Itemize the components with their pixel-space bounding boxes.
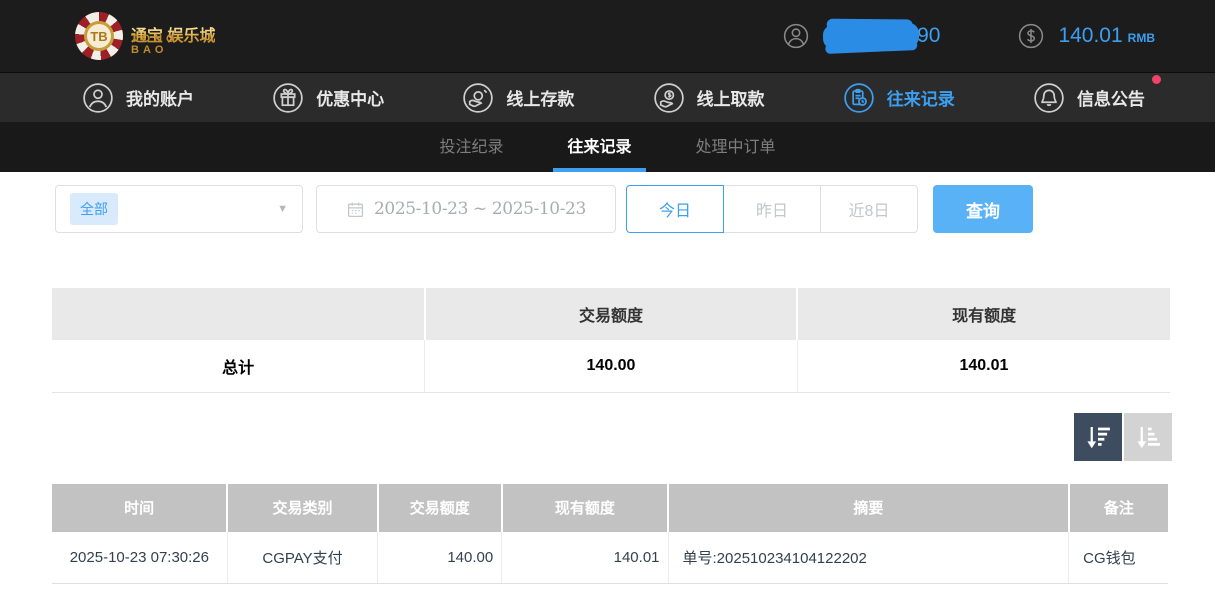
gift-icon (272, 82, 304, 114)
tab-transaction-records[interactable]: 往来记录 (553, 122, 645, 172)
records-header-trade-amount: 交易额度 (378, 484, 502, 532)
nav-label: 往来记录 (887, 85, 955, 110)
summary-total-balance: 140.01 (797, 340, 1170, 392)
record-type: CGPAY支付 (227, 532, 378, 584)
chip-monogram: TB (84, 21, 114, 51)
sort-controls (0, 413, 1172, 461)
username-redacted: 590 (823, 19, 940, 53)
type-selected-chip: 全部 (70, 193, 118, 225)
balance-amount: 140.01 (1058, 24, 1122, 47)
balance-currency: RMB (1128, 31, 1155, 45)
top-bar: TB 通宝 娱乐城 TONG BAO 590 (0, 0, 1215, 72)
main-navigation: 我的账户 优惠中心 线上存款 (0, 72, 1215, 122)
nav-item-transaction-records[interactable]: 往来记录 (843, 82, 955, 114)
wallet-balance[interactable]: 140.01 RMB (1018, 23, 1155, 49)
tab-bet-records[interactable]: 投注纪录 (425, 122, 517, 172)
redaction-scribble (823, 23, 920, 50)
withdraw-icon (653, 82, 685, 114)
sort-descending-button[interactable] (1074, 413, 1122, 461)
date-range-value: 2025-10-23 ~ 2025-10-23 (374, 199, 586, 219)
casino-chip-icon: TB (75, 12, 123, 60)
records-table: 时间 交易类别 交易额度 现有额度 摘要 备注 2025-10-23 07:30… (52, 484, 1168, 585)
record-summary: 单号:202510234104122202 (668, 532, 1069, 584)
chevron-down-icon: ▼ (277, 203, 288, 215)
records-subnav: 投注纪录 往来记录 处理中订单 (0, 122, 1215, 172)
nav-item-my-account[interactable]: 我的账户 (82, 82, 194, 114)
date-range-picker[interactable]: 2025-10-23 ~ 2025-10-23 (316, 185, 616, 233)
account-icon (82, 82, 114, 114)
user-avatar-icon (783, 23, 809, 49)
summary-table: 交易额度 现有额度 总计 140.00 140.01 (52, 288, 1170, 393)
summary-total-label: 总计 (52, 340, 425, 392)
records-header-type: 交易类别 (227, 484, 378, 532)
table-row: 2025-10-23 07:30:26 CGPAY支付 140.00 140.0… (52, 532, 1168, 584)
brand-wordmark: 通宝 娱乐城 TONG BAO (131, 28, 215, 45)
nav-item-announcements[interactable]: 信息公告 (1033, 82, 1145, 114)
summary-header-trade-amount: 交易额度 (425, 288, 798, 340)
quick-last8days-button[interactable]: 近8日 (820, 185, 918, 233)
records-header-summary: 摘要 (668, 484, 1069, 532)
sort-desc-icon (1083, 422, 1113, 452)
bell-icon (1033, 82, 1065, 114)
balance-group: 140.01 RMB (1058, 24, 1155, 48)
records-header-time: 时间 (52, 484, 227, 532)
sort-ascending-button[interactable] (1124, 413, 1172, 461)
sort-asc-icon (1133, 422, 1163, 452)
nav-label: 线上存款 (506, 85, 574, 110)
record-trade-amount: 140.00 (378, 532, 502, 584)
user-account[interactable]: 590 (783, 19, 940, 53)
records-header-note: 备注 (1069, 484, 1168, 532)
topbar-right: 590 140.01 RMB (783, 19, 1155, 53)
filter-bar: 全部 ▼ 2025-10-23 ~ 2025-10-23 今日 昨日 近8日 查… (55, 185, 1215, 233)
quick-range-group: 今日 昨日 近8日 (626, 185, 918, 233)
summary-header-empty (52, 288, 425, 340)
nav-label: 我的账户 (126, 85, 194, 110)
summary-header-current-amount: 现有额度 (797, 288, 1170, 340)
nav-label: 优惠中心 (316, 85, 384, 110)
type-select[interactable]: 全部 ▼ (55, 185, 303, 233)
summary-total-trade: 140.00 (425, 340, 798, 392)
record-note: CG钱包 (1069, 532, 1168, 584)
quick-yesterday-button[interactable]: 昨日 (723, 185, 821, 233)
records-header-current-amount: 现有额度 (502, 484, 668, 532)
search-button[interactable]: 查询 (933, 185, 1033, 233)
record-current-amount: 140.01 (502, 532, 668, 584)
summary-header-row: 交易额度 现有额度 (52, 288, 1170, 340)
brand-logo[interactable]: TB 通宝 娱乐城 TONG BAO (75, 12, 215, 60)
nav-item-online-withdraw[interactable]: 线上取款 (653, 82, 765, 114)
summary-total-row: 总计 140.00 140.01 (52, 340, 1170, 392)
quick-today-button[interactable]: 今日 (626, 185, 724, 233)
nav-label: 信息公告 (1077, 85, 1145, 110)
records-header-row: 时间 交易类别 交易额度 现有额度 摘要 备注 (52, 484, 1168, 532)
deposit-icon (462, 82, 494, 114)
record-time: 2025-10-23 07:30:26 (52, 532, 227, 584)
notification-dot (1152, 75, 1161, 84)
tab-pending-orders[interactable]: 处理中订单 (682, 122, 790, 172)
records-icon (843, 82, 875, 114)
brand-name-latin: TONG BAO (131, 34, 213, 56)
calendar-icon (347, 201, 364, 218)
dollar-coin-icon (1018, 23, 1044, 49)
nav-item-promotions[interactable]: 优惠中心 (272, 82, 384, 114)
nav-label: 线上取款 (697, 85, 765, 110)
nav-item-online-deposit[interactable]: 线上存款 (462, 82, 574, 114)
